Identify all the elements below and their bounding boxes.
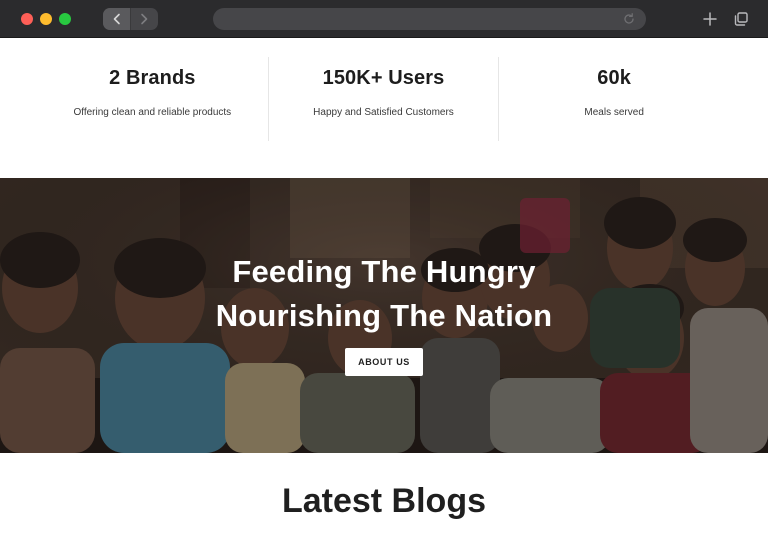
chevron-left-icon	[113, 13, 120, 25]
stats-row: 2 Brands Offering clean and reliable pro…	[37, 57, 729, 141]
reload-icon[interactable]	[622, 12, 636, 26]
window-zoom-button[interactable]	[59, 13, 71, 25]
hero-banner: Feeding The Hungry Nourishing The Nation…	[0, 178, 768, 453]
chevron-right-icon	[141, 13, 148, 25]
forward-button[interactable]	[130, 8, 157, 30]
stat-meals: 60k Meals served	[498, 57, 729, 141]
history-navigation	[103, 8, 158, 30]
stat-value: 60k	[597, 67, 631, 89]
browser-toolbar	[0, 0, 768, 38]
stat-value: 150K+ Users	[322, 67, 445, 89]
stat-caption: Offering clean and reliable products	[73, 107, 232, 118]
window-close-button[interactable]	[21, 13, 33, 25]
stat-value: 2 Brands	[109, 67, 196, 89]
hero-title-line-1: Feeding The Hungry	[232, 254, 536, 289]
stat-brands: 2 Brands Offering clean and reliable pro…	[37, 57, 268, 141]
stat-users: 150K+ Users Happy and Satisfied Customer…	[267, 57, 499, 141]
back-button[interactable]	[103, 8, 130, 30]
hero-title-line-2: Nourishing The Nation	[215, 298, 553, 333]
address-bar[interactable]	[213, 8, 646, 30]
tabs-overview-icon[interactable]	[733, 11, 749, 27]
about-us-button[interactable]: ABOUT US	[345, 348, 423, 376]
window-minimize-button[interactable]	[40, 13, 52, 25]
stat-caption: Happy and Satisfied Customers	[313, 107, 454, 118]
plus-icon[interactable]	[702, 11, 718, 27]
hero-title: Feeding The Hungry Nourishing The Nation	[0, 250, 768, 338]
latest-blogs-heading: Latest Blogs	[281, 482, 487, 520]
stat-caption: Meals served	[584, 107, 644, 118]
